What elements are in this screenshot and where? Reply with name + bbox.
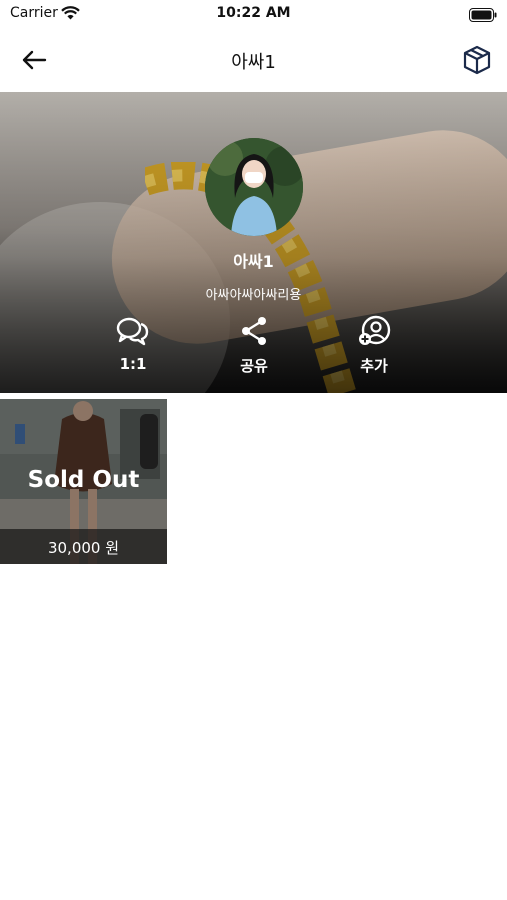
add-label: 추가 [360, 357, 388, 375]
sold-out-label: Sold Out [27, 467, 140, 493]
cube-icon [463, 45, 491, 75]
profile-name: 아싸1 [233, 252, 274, 271]
avatar-photo [205, 138, 303, 236]
share-icon [242, 317, 266, 345]
chat-button[interactable]: 1:1 [88, 315, 178, 385]
product-price: 30,000 원 [47, 539, 120, 557]
add-user-button[interactable]: 추가 [329, 315, 419, 385]
battery-icon [469, 7, 497, 26]
chat-label: 1:1 [119, 355, 147, 373]
cube-button[interactable] [461, 44, 493, 76]
status-time: 10:22 AM [216, 5, 291, 21]
share-label: 공유 [240, 357, 268, 375]
add-user-icon [359, 315, 391, 345]
share-button[interactable]: 공유 [209, 315, 299, 385]
navigation-bar: 아싸1 [0, 28, 507, 92]
status-bar: Carrier 10:22 AM [0, 0, 507, 28]
chat-bubbles-icon [116, 317, 149, 346]
avatar[interactable] [205, 138, 303, 236]
profile-bio: 아싸아싸아싸리용 [205, 288, 302, 303]
page-title: 아싸1 [231, 52, 276, 73]
